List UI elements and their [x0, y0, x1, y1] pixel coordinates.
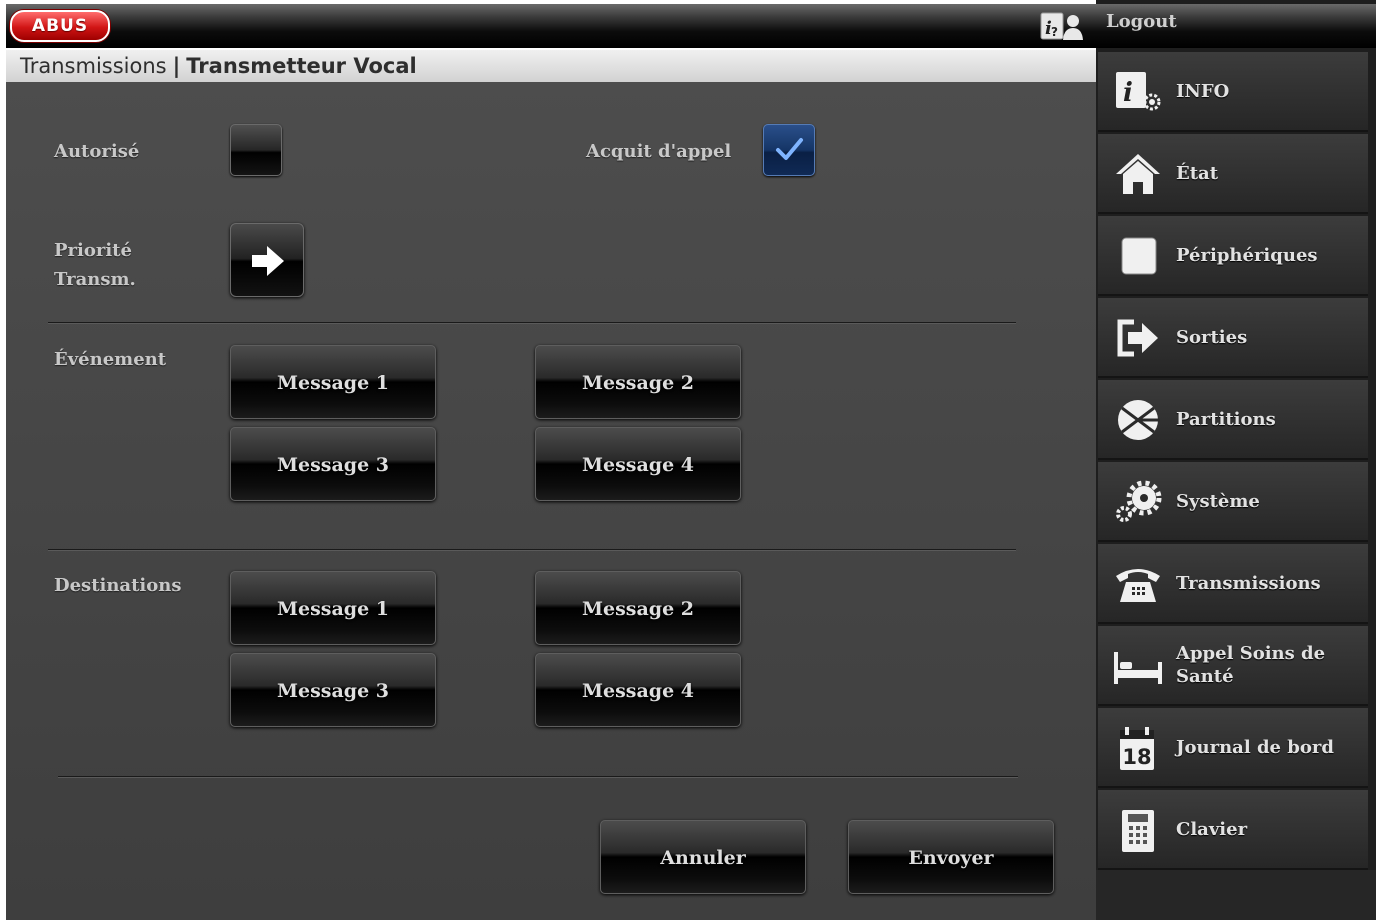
logout-button[interactable]: Logout — [1096, 4, 1376, 48]
destinations-label: Destinations — [54, 575, 182, 596]
priorite-button[interactable] — [230, 223, 304, 297]
sidebar-item-label: Partitions — [1176, 408, 1276, 430]
abus-logo: ABUS — [10, 10, 110, 42]
checkmark-icon — [776, 138, 803, 160]
partition-icon — [1118, 400, 1160, 440]
sidebar: Logout i INFO État Périphériques Sorties — [1096, 0, 1376, 920]
house-icon — [1116, 154, 1160, 194]
sidebar-item-label: Transmissions — [1176, 572, 1321, 594]
sidebar-item-etat[interactable]: État — [1098, 134, 1368, 214]
svg-text:?: ? — [1051, 25, 1058, 39]
submit-button[interactable]: Envoyer — [848, 820, 1054, 894]
arrow-right-icon — [252, 246, 284, 276]
breadcrumb-separator: | — [172, 54, 181, 78]
priorite-label: Priorité Transm. — [54, 236, 136, 294]
telephone-icon — [1116, 569, 1160, 602]
main-panel: Autorisé Acquit d'appel Priorité Transm.… — [6, 82, 1096, 920]
calendar-icon-text: 18 — [1122, 745, 1151, 769]
evenement-message-1-button[interactable]: Message 1 — [230, 345, 436, 419]
autorise-label: Autorisé — [54, 141, 140, 162]
keypad-icon — [1122, 810, 1154, 852]
sidebar-item-sorties[interactable]: Sorties — [1098, 298, 1368, 378]
page-title: Transmetteur Vocal — [186, 54, 417, 78]
acquit-appel-label: Acquit d'appel — [586, 141, 732, 162]
autorise-checkbox[interactable] — [230, 124, 282, 176]
evenement-message-3-button[interactable]: Message 3 — [230, 427, 436, 501]
destinations-message-3-button[interactable]: Message 3 — [230, 653, 436, 727]
breadcrumb-parent[interactable]: Transmissions — [20, 54, 167, 78]
user-info-icon[interactable]: i ? — [1040, 12, 1084, 42]
calendar-icon: 18 — [1120, 727, 1154, 770]
evenement-message-2-button[interactable]: Message 2 — [535, 345, 741, 419]
divider — [58, 776, 1018, 778]
sidebar-item-label: Appel Soins de Santé — [1176, 643, 1326, 687]
svg-text:i: i — [1123, 78, 1133, 108]
sidebar-item-label: Périphériques — [1176, 244, 1318, 266]
destinations-message-1-button[interactable]: Message 1 — [230, 571, 436, 645]
sidebar-item-clavier[interactable]: Clavier — [1098, 790, 1368, 870]
divider — [48, 322, 1016, 324]
sidebar-footer — [1096, 870, 1376, 920]
sidebar-item-label: Système — [1176, 490, 1260, 512]
sidebar-item-peripheriques[interactable]: Périphériques — [1098, 216, 1368, 296]
evenement-label: Événement — [54, 349, 167, 370]
acquit-appel-checkbox[interactable] — [763, 124, 815, 176]
sidebar-item-transmissions[interactable]: Transmissions — [1098, 544, 1368, 624]
sidebar-item-journal[interactable]: 18 Journal de bord — [1098, 708, 1368, 788]
sidebar-item-appel-soins[interactable]: Appel Soins de Santé — [1098, 626, 1368, 706]
sidebar-item-label: Sorties — [1176, 326, 1248, 348]
bed-icon — [1114, 652, 1162, 684]
sidebar-item-partitions[interactable]: Partitions — [1098, 380, 1368, 460]
sidebar-item-label: Clavier — [1176, 818, 1248, 840]
destinations-message-4-button[interactable]: Message 4 — [535, 653, 741, 727]
sidebar-item-label: INFO — [1176, 80, 1230, 102]
cancel-button[interactable]: Annuler — [600, 820, 806, 894]
divider — [48, 549, 1016, 551]
sidebar-item-info[interactable]: i INFO — [1098, 52, 1368, 132]
info-icon: i — [1116, 72, 1161, 111]
evenement-message-4-button[interactable]: Message 4 — [535, 427, 741, 501]
breadcrumb: Transmissions | Transmetteur Vocal — [6, 50, 1096, 82]
priorite-label-line2: Transm. — [54, 269, 136, 290]
exit-arrow-icon — [1117, 319, 1158, 357]
square-icon — [1121, 237, 1157, 275]
gears-icon — [1116, 480, 1162, 522]
priorite-label-line1: Priorité — [54, 240, 132, 261]
top-bar: ABUS i ? — [6, 4, 1096, 48]
sidebar-item-label: Journal de bord — [1176, 736, 1334, 758]
sidebar-item-label: État — [1176, 162, 1219, 184]
destinations-message-2-button[interactable]: Message 2 — [535, 571, 741, 645]
sidebar-item-systeme[interactable]: Système — [1098, 462, 1368, 542]
